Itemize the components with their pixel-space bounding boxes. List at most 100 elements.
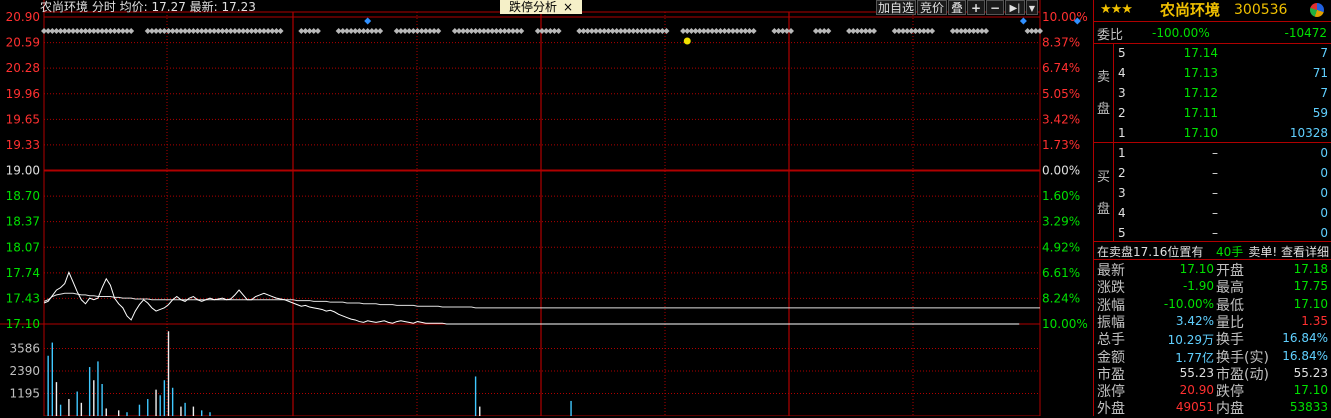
stat-row: 涨停 20.90 跌停 17.10 [1094,381,1331,400]
sell-level-row[interactable]: 3 17.12 7 [1094,83,1331,103]
signal-diamond [128,28,135,34]
stat-value-2: 17.75 [1293,279,1328,294]
stock-name: 农尚环境 [1160,1,1221,19]
level-number: 5 [1118,226,1126,240]
buy-level-row[interactable]: 3 – 0 [1094,183,1331,203]
level-number: 3 [1118,186,1126,200]
weibi-value: -10472 [1284,26,1327,40]
level-number: 3 [1118,86,1126,100]
stat-row: 外盘 49051 内盘 53833 [1094,398,1331,418]
stat-value-2: 1.35 [1301,313,1328,328]
sell-level-row[interactable]: 2 17.11 59 [1094,103,1331,123]
stat-label-2: 内盘 [1216,401,1244,418]
percent-axis: 10.00% 8.37% 6.74% 5.05% 3.42% 1.73% 0.00% 1.60… [1042,10,1088,331]
signal-diamond [377,28,384,34]
stat-row: 涨跌 -1.90 最高 17.75 [1094,277,1331,296]
price-tick-label: 18.07 [6,240,40,254]
view-details-link[interactable]: 卖单! 查看详细 [1248,243,1329,260]
pie-chart-icon[interactable] [1310,3,1324,17]
level-price: – [1212,206,1218,220]
stock-code: 300536 [1234,2,1288,18]
percent-tick-label: 1.73% [1042,138,1080,152]
signal-diamond [314,28,321,34]
price-tick-label: 20.28 [6,61,40,75]
close-icon[interactable]: × [563,0,573,14]
level-price: – [1212,166,1218,180]
average-price-line [43,292,1040,309]
stat-value: -10.00% [1163,296,1214,311]
level-number: 1 [1118,126,1126,140]
price-tick-label: 20.90 [6,10,40,24]
signal-diamond [555,28,562,34]
buy-level-row[interactable]: 4 – 0 [1094,203,1331,223]
quote-title-bar: ★★★ 农尚环境 300536 [1094,0,1331,20]
percent-tick-label: 3.42% [1042,112,1080,126]
tab-limit-down-analysis[interactable]: 跌停分析 × [500,0,582,14]
level-quantity: 0 [1320,186,1328,200]
level-quantity: 0 [1320,166,1328,180]
stat-value: 3.42% [1175,313,1214,328]
intraday-chart[interactable]: 20.90 20.59 20.28 19.96 19.65 19.33 19.00 18.70… [0,0,1093,416]
order-notice-text: 在卖盘17.16位置有 [1097,245,1204,259]
stat-value: 20.90 [1179,383,1214,398]
percent-tick-label: 6.61% [1042,266,1080,280]
auction-button[interactable]: 竞价 [917,0,947,15]
sell-level-row[interactable]: 4 17.13 71 [1094,63,1331,83]
stat-row: 涨幅 -10.00% 最低 17.10 [1094,295,1331,314]
buy-level-row[interactable]: 5 – 0 [1094,223,1331,243]
add-watchlist-button[interactable]: 加自选 [876,0,916,15]
level-price: 17.10 [1183,126,1218,140]
signal-diamond [1037,28,1043,34]
percent-tick-label: 3.29% [1042,215,1080,229]
chart-grid [0,0,1041,416]
level-price: – [1212,186,1218,200]
sell-level-row[interactable]: 1 17.10 10328 [1094,123,1331,143]
stat-label: 外盘 [1097,401,1125,418]
stat-value-2: 17.10 [1293,383,1328,398]
price-tick-label: 19.65 [6,112,40,126]
price-tick-label: 19.33 [6,138,40,152]
chart-header-title: 农尚环境 分时 均价: 17.27 最新: 17.23 [40,0,256,14]
signal-diamond [518,28,525,34]
chart-frame [43,11,1041,416]
volume-tick-label: 3586 [9,341,40,355]
volume-tick-label: 1195 [9,387,40,401]
level-number: 1 [1118,146,1126,160]
signal-marker [1019,17,1027,25]
quote-panel: ★★★ 农尚环境 300536 委比 -100.00% -10472 卖 盘 5… [1093,0,1331,418]
stat-value: -1.90 [1182,279,1214,294]
stat-value-2: 17.10 [1293,296,1328,311]
price-tick-label: 18.37 [6,215,40,229]
price-tick-label: 17.10 [6,317,40,331]
overlay-button[interactable]: 叠 [948,0,966,15]
divider [1094,21,1331,22]
stat-row: 总手 10.29万 换手 16.84% [1094,329,1331,348]
level-quantity: 10328 [1289,126,1328,140]
divider [1094,241,1331,242]
percent-tick-label: 5.05% [1042,87,1080,101]
buy-level-row[interactable]: 2 – 0 [1094,163,1331,183]
percent-tick-label: 8.37% [1042,36,1080,50]
buy-level-row[interactable]: 1 – 0 [1094,143,1331,163]
sell-level-row[interactable]: 5 17.14 7 [1094,43,1331,63]
level-number: 2 [1118,166,1126,180]
stat-row: 金额 1.77亿 换手(实) 16.84% [1094,347,1331,366]
zoom-in-icon[interactable]: + [967,0,985,15]
volume-bars [47,331,572,416]
stat-value: 17.10 [1179,262,1214,276]
level-quantity: 0 [1320,206,1328,220]
stat-value-2: 55.23 [1293,365,1328,380]
percent-tick-label: 0.00% [1042,164,1080,178]
next-icon[interactable]: ▶| [1005,0,1025,15]
stat-row: 振幅 3.42% 量比 1.35 [1094,312,1331,331]
rating-stars-icon: ★★★ [1100,2,1133,17]
percent-tick-label: 10.00% [1042,317,1088,331]
tab-label: 跌停分析 [508,0,557,14]
order-notice-lots: 40手 [1216,245,1244,259]
price-tick-label: 19.00 [6,164,40,178]
level-quantity: 0 [1320,146,1328,160]
level-price: 17.11 [1183,106,1218,120]
menu-dropdown-icon[interactable]: ▼ [1026,0,1038,15]
volume-tick-label: 2390 [9,364,40,378]
zoom-out-icon[interactable]: − [986,0,1004,15]
